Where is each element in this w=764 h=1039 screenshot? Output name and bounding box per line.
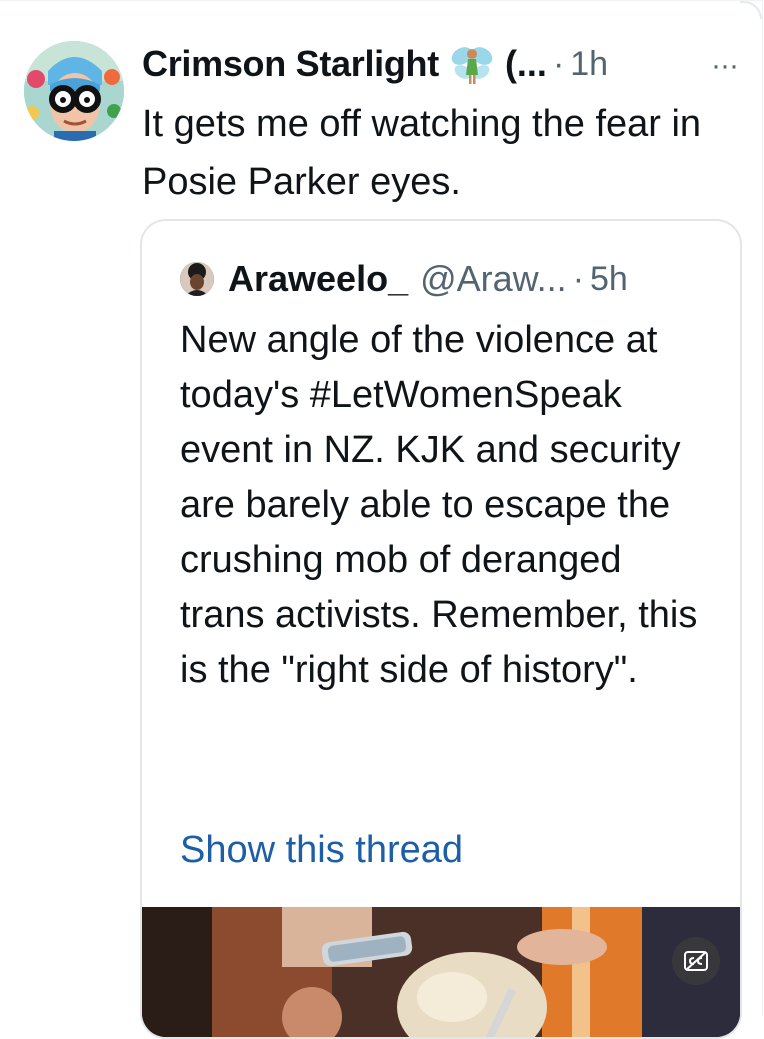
author-avatar-image xyxy=(24,41,124,141)
show-thread-link[interactable]: Show this thread xyxy=(180,829,463,872)
fairy-icon xyxy=(449,41,495,87)
tweet-header: Crimson Starlight (... · 1h xyxy=(142,39,746,89)
author-avatar[interactable] xyxy=(24,41,124,141)
quoted-header-separator: · xyxy=(572,259,585,298)
author-name-truncated[interactable]: (... xyxy=(505,43,547,85)
video-thumbnail xyxy=(142,907,740,1037)
tweet-timestamp[interactable]: 1h xyxy=(570,45,608,84)
previous-card-corner xyxy=(740,1,762,19)
quoted-tweet-video[interactable] xyxy=(142,907,740,1037)
tweet-card[interactable]: Crimson Starlight (... · 1h ··· It gets … xyxy=(0,0,763,1039)
quoted-author-avatar[interactable] xyxy=(180,262,214,296)
quoted-tweet-header: Araweelo_ @Araw... · 5h xyxy=(180,257,628,301)
quoted-author-name[interactable]: Araweelo_ xyxy=(228,258,408,300)
quoted-author-handle[interactable]: @Araw... xyxy=(420,258,567,300)
quoted-tweet[interactable]: Araweelo_ @Araw... · 5h New angle of the… xyxy=(140,219,742,1039)
closed-captions-icon[interactable] xyxy=(672,937,720,985)
quoted-tweet-timestamp[interactable]: 5h xyxy=(590,260,628,299)
tweet-text: It gets me off watching the fear in Posi… xyxy=(142,103,702,203)
author-name[interactable]: Crimson Starlight xyxy=(142,43,439,85)
header-separator: · xyxy=(552,44,565,83)
more-options-icon[interactable]: ··· xyxy=(711,49,739,83)
quoted-tweet-text: New angle of the violence at today's #Le… xyxy=(180,319,698,691)
